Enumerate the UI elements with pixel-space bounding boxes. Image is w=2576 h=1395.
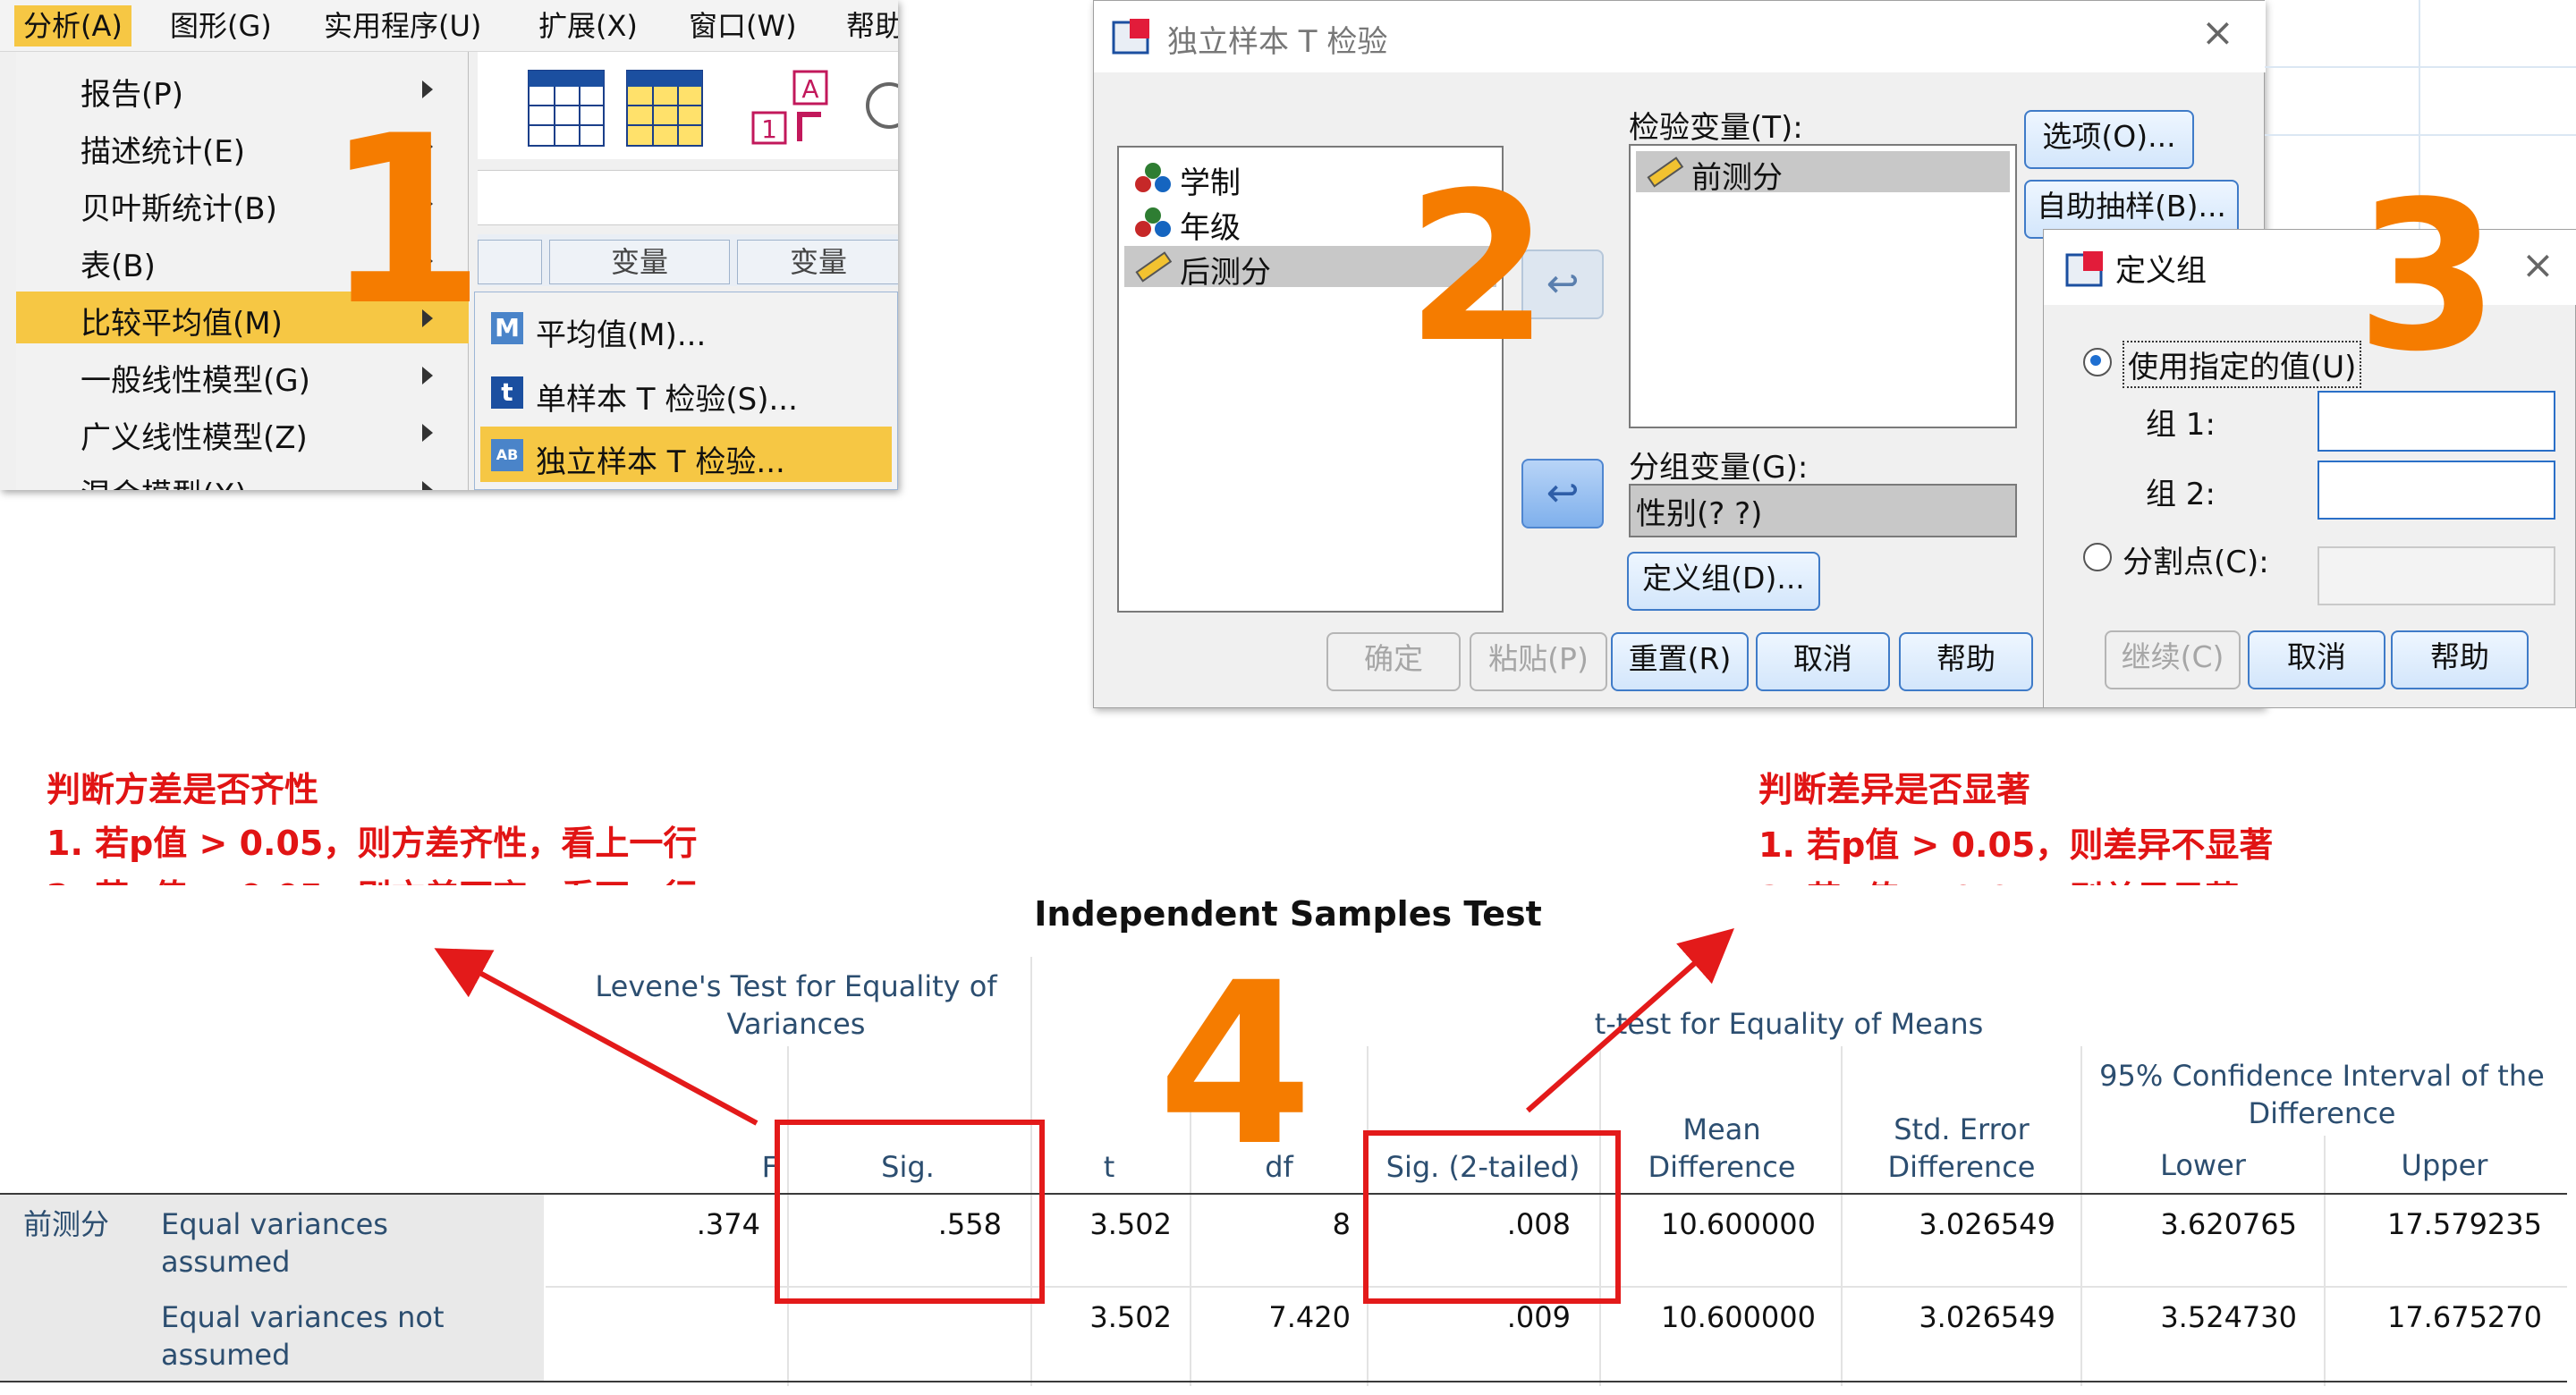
annotation-arrows	[434, 928, 1734, 1126]
arrow-to-left-note	[434, 948, 758, 1126]
arrow-to-right-note	[1526, 928, 1734, 1113]
